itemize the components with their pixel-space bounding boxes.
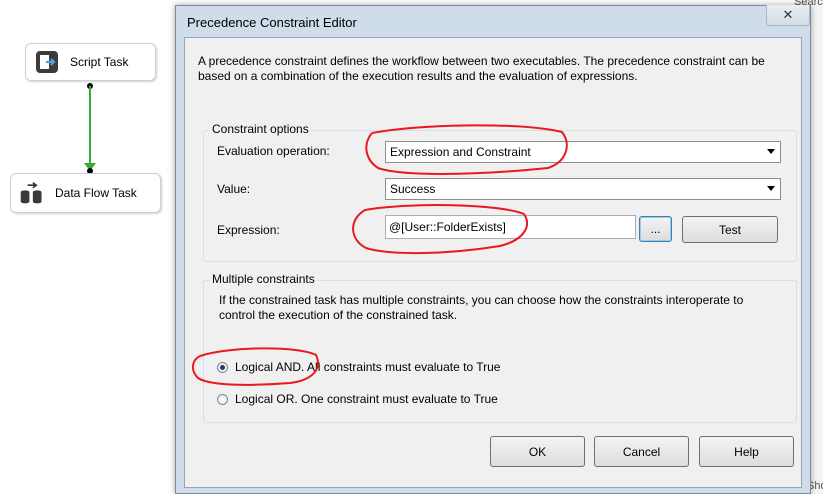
- cancel-button-label: Cancel: [622, 444, 661, 459]
- multiple-constraints-legend: Multiple constraints: [210, 272, 317, 286]
- evaluation-operation-value: Expression and Constraint: [390, 145, 531, 159]
- evaluation-operation-select[interactable]: Expression and Constraint: [385, 141, 781, 163]
- expression-input[interactable]: @[User::FolderExists]: [385, 215, 636, 239]
- data-flow-task-icon: [19, 180, 45, 206]
- constraint-options-legend: Constraint options: [210, 122, 311, 136]
- precedence-constraint-editor-dialog: Precedence Constraint Editor ✕ A precede…: [175, 5, 811, 494]
- multiple-constraints-description: If the constrained task has multiple con…: [219, 293, 744, 322]
- cancel-button[interactable]: Cancel: [594, 436, 689, 467]
- dialog-body: A precedence constraint defines the work…: [184, 37, 802, 488]
- data-flow-task[interactable]: Data Flow Task: [10, 173, 161, 213]
- test-button-label: Test: [718, 222, 741, 237]
- data-flow-task-label: Data Flow Task: [55, 186, 137, 200]
- close-button[interactable]: ✕: [766, 5, 810, 26]
- logical-or-radio[interactable]: [217, 393, 228, 405]
- logical-or-option[interactable]: Logical OR. One constraint must evaluate…: [217, 392, 498, 406]
- ok-button-label: OK: [528, 444, 547, 459]
- expression-value: @[User::FolderExists]: [389, 220, 506, 234]
- value-label: Value:: [217, 182, 251, 196]
- evaluation-operation-label: Evaluation operation:: [217, 144, 330, 158]
- chevron-down-icon: [767, 186, 775, 191]
- dialog-title: Precedence Constraint Editor: [187, 15, 357, 30]
- ok-button[interactable]: OK: [490, 436, 585, 467]
- chevron-down-icon: [767, 149, 775, 154]
- test-button[interactable]: Test: [682, 216, 778, 243]
- ellipsis-label: ...: [650, 222, 661, 236]
- logical-and-label: Logical AND. All constraints must evalua…: [235, 360, 501, 374]
- script-task-label: Script Task: [70, 55, 129, 69]
- intro-text: A precedence constraint defines the work…: [198, 54, 765, 83]
- logical-and-radio[interactable]: [217, 361, 228, 373]
- logical-or-label: Logical OR. One constraint must evaluate…: [235, 392, 498, 406]
- help-button-label: Help: [734, 444, 759, 459]
- script-task[interactable]: Script Task: [25, 43, 156, 81]
- logical-and-option[interactable]: Logical AND. All constraints must evalua…: [217, 360, 500, 374]
- designer-canvas: Script Task Data Flow Task: [0, 0, 180, 494]
- script-task-icon: [34, 49, 60, 75]
- close-icon: ✕: [782, 7, 794, 22]
- dialog-titlebar[interactable]: Precedence Constraint Editor ✕: [176, 5, 810, 36]
- precedence-constraint-line[interactable]: [89, 86, 91, 166]
- expression-builder-button[interactable]: ...: [639, 216, 672, 242]
- value-select-value: Success: [390, 182, 436, 196]
- help-button[interactable]: Help: [699, 436, 794, 467]
- expression-label: Expression:: [217, 223, 280, 237]
- value-select[interactable]: Success: [385, 178, 781, 200]
